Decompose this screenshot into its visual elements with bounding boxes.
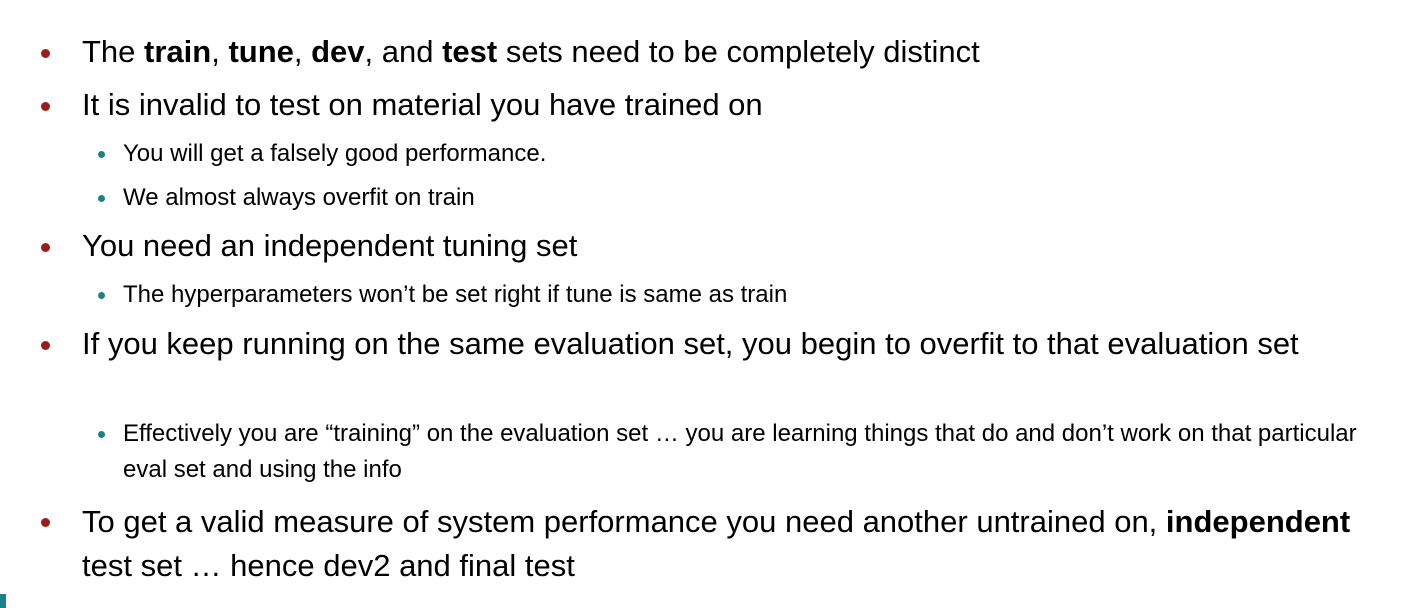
bold-term-test: test bbox=[442, 34, 498, 69]
sub-bullet-text: Effectively you are “training” on the ev… bbox=[123, 420, 1357, 483]
bold-term-independent: independent bbox=[1165, 504, 1351, 539]
sub-bullet-dot-icon bbox=[98, 151, 105, 158]
bold-term-dev: dev bbox=[311, 34, 365, 69]
slide: The train, tune, dev, and test sets need… bbox=[0, 0, 1417, 608]
bullet-dot-icon bbox=[41, 341, 50, 350]
bullet-text: It is invalid to test on material you ha… bbox=[82, 87, 763, 122]
bullet-dot-icon bbox=[41, 243, 50, 252]
sub-bullet-text: We almost always overfit on train bbox=[123, 184, 475, 211]
sub-bullet-dot-icon bbox=[98, 292, 105, 299]
sub-bullet-text: The hyperparameters won’t be set right i… bbox=[123, 281, 788, 308]
bullet-text: The train, tune, dev, and test sets need… bbox=[82, 34, 980, 69]
bold-term-tune: tune bbox=[228, 34, 294, 69]
bullet-text: To get a valid measure of system perform… bbox=[82, 504, 1351, 583]
sub-bullet-text: You will get a falsely good performance. bbox=[123, 140, 547, 167]
bullet-text: You need an independent tuning set bbox=[82, 228, 578, 263]
sub-bullet-dot-icon bbox=[98, 195, 105, 202]
bullet-dot-icon bbox=[41, 102, 50, 111]
corner-accent-mark bbox=[0, 594, 6, 608]
bullet-text: If you keep running on the same evaluati… bbox=[82, 326, 1299, 361]
bold-term-train: train bbox=[144, 34, 212, 69]
bullet-dot-icon bbox=[41, 518, 50, 527]
bullet-dot-icon bbox=[41, 49, 50, 58]
sub-bullet-dot-icon bbox=[98, 431, 105, 438]
